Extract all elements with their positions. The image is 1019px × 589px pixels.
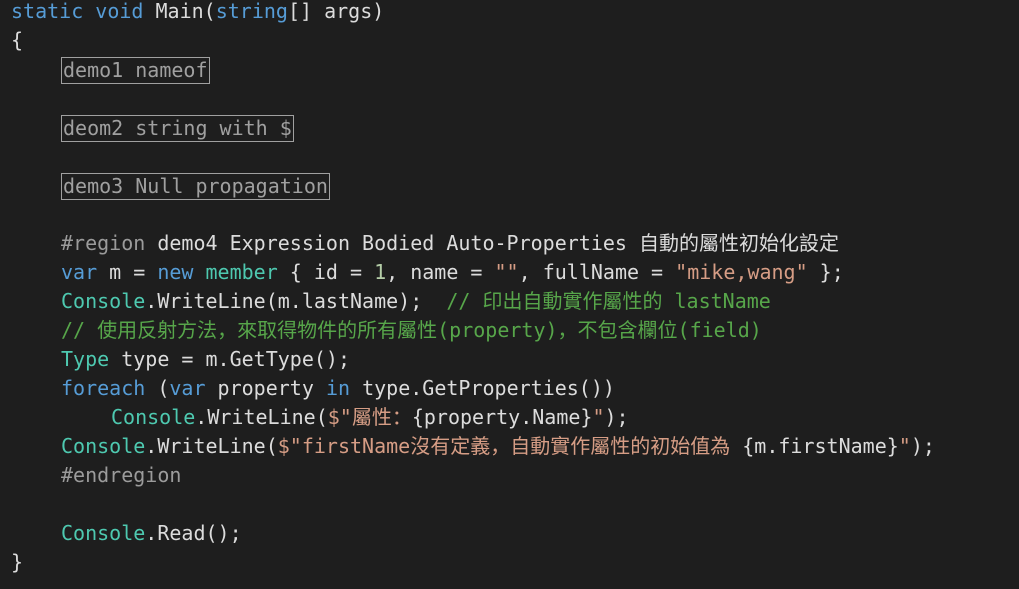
region-title: demo4 Expression Bodied Auto-Properties … — [145, 231, 839, 255]
code-text: .WriteLine( — [195, 405, 328, 429]
code-line-print-firstname: Console.WriteLine($"firstName沒有定義，自動實作屬性… — [61, 432, 935, 461]
interpolated-string-start: $"firstName沒有定義，自動實作屬性的初始值為 — [277, 434, 743, 458]
collapsed-region-demo3[interactable]: demo3 Null propagation — [61, 173, 330, 200]
keyword-var: var — [61, 260, 98, 284]
open-brace: { — [11, 28, 24, 52]
region-keyword: #region — [61, 231, 146, 255]
collapsed-region-demo1[interactable]: demo1 nameof — [61, 57, 210, 84]
number-literal: 1 — [374, 260, 387, 284]
code-line-console-read: Console.Read(); — [61, 519, 242, 548]
keyword-new: new — [157, 260, 194, 284]
interpolated-string-end: " — [898, 434, 911, 458]
type-console: Console — [61, 434, 146, 458]
type-console: Console — [61, 521, 146, 545]
code-text: , fullName = — [518, 260, 676, 284]
code-text: .WriteLine(m.lastName); — [145, 289, 447, 313]
collapsed-region-demo2[interactable]: deom2 string with $ — [61, 115, 294, 142]
code-line-print-property: Console.WriteLine($"屬性：{property.Name}")… — [111, 403, 629, 432]
code-text: type.GetProperties()) — [350, 376, 615, 400]
keyword-void: void — [95, 0, 144, 23]
keyword-in: in — [325, 376, 351, 400]
interpolation-expression: {m.firstName} — [742, 434, 899, 458]
code-text: { id = — [277, 260, 375, 284]
close-brace: } — [11, 550, 24, 574]
code-line-gettype: Type type = m.GetType(); — [61, 345, 350, 374]
keyword-string: string — [215, 0, 288, 23]
inline-comment: // 印出自動實作屬性的 lastName — [446, 289, 771, 313]
type-member: member — [205, 260, 278, 284]
type-console: Console — [61, 289, 146, 313]
string-literal-fullname: "mike,wang" — [675, 260, 808, 284]
code-text: property — [205, 376, 326, 400]
code-text: ); — [910, 434, 935, 458]
interpolated-string-start: $"屬性： — [327, 405, 412, 429]
keyword-var: var — [169, 376, 206, 400]
keyword-foreach: foreach — [61, 376, 146, 400]
code-line-var-m: var m = new member { id = 1, name = "", … — [61, 258, 844, 287]
comment-line-reflection: // 使用反射方法，來取得物件的所有屬性(property)，不包含欄位(fie… — [61, 318, 762, 342]
code-text: , name = — [386, 260, 495, 284]
method-name: Main( — [143, 0, 216, 23]
code-editor[interactable]: static void Main(string[] args) { demo1 … — [0, 0, 1019, 589]
type-console: Console — [111, 405, 196, 429]
endregion-directive: #endregion — [61, 463, 182, 487]
string-literal-empty: "" — [494, 260, 519, 284]
code-line-foreach: foreach (var property in type.GetPropert… — [61, 374, 615, 403]
code-line-print-lastname: Console.WriteLine(m.lastName); // 印出自動實作… — [61, 287, 771, 316]
code-text: ( — [145, 376, 170, 400]
code-text: m = — [97, 260, 158, 284]
code-text: .WriteLine( — [145, 434, 278, 458]
method-params: [] args) — [287, 0, 385, 23]
type-type: Type — [61, 347, 110, 371]
interpolated-string-end: " — [592, 405, 605, 429]
code-text: type = m.GetType(); — [109, 347, 350, 371]
keyword-static: static — [11, 0, 84, 23]
method-signature-line: static void Main(string[] args) — [11, 0, 384, 26]
code-text: }; — [807, 260, 844, 284]
code-text: ); — [604, 405, 629, 429]
region-directive-line: #region demo4 Expression Bodied Auto-Pro… — [61, 229, 839, 258]
code-text: .Read(); — [145, 521, 242, 545]
interpolation-expression: {property.Name} — [411, 405, 593, 429]
